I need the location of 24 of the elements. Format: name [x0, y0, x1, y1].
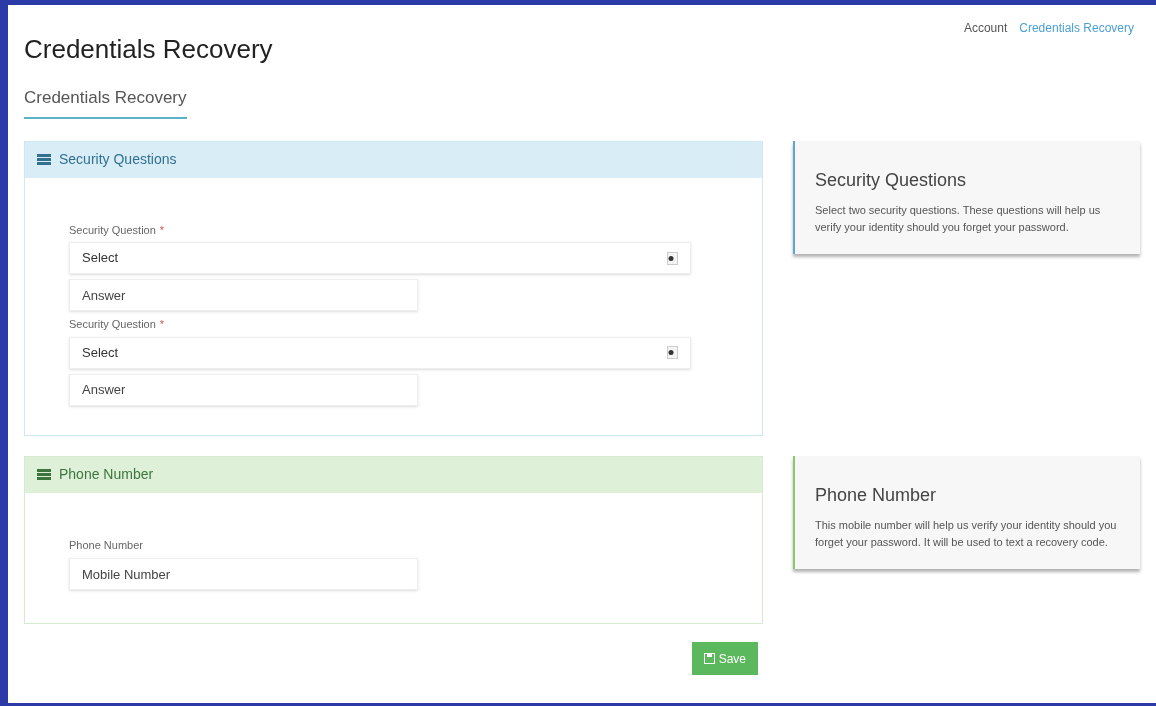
help-text: This mobile number will help us verify your identity should you forget your password. It will be used to text a recovery code. — [815, 517, 1118, 550]
text-field[interactable]: Answer — [69, 279, 418, 311]
required-mark: * — [159, 317, 165, 332]
field-label: Security Question — [69, 317, 156, 332]
list-icon — [37, 154, 51, 165]
panel-title: Security Questions — [59, 150, 177, 169]
breadcrumb-link[interactable]: Account — [963, 19, 1008, 37]
panel-title: Phone Number — [59, 465, 154, 484]
help-text: Select two security questions. These questions will help us verify your identity should you forget your password. — [815, 202, 1102, 235]
help-title: Security Questions — [815, 168, 968, 192]
select-field[interactable]: Select — [69, 336, 691, 369]
dropdown-icon — [667, 251, 678, 265]
required-mark: * — [159, 222, 165, 238]
select-field[interactable]: Select — [69, 242, 691, 274]
page-title: Credentials Recovery — [24, 33, 274, 66]
field-label: Phone Number — [69, 537, 143, 553]
help-title: Phone Number — [815, 483, 938, 507]
dropdown-icon — [667, 346, 678, 359]
tab[interactable]: Credentials Recovery — [24, 85, 187, 119]
floppy-icon — [703, 653, 715, 664]
text-field[interactable]: Mobile Number — [69, 558, 418, 590]
field-label: Security Question — [69, 222, 156, 238]
text-field[interactable]: Answer — [69, 373, 418, 406]
list-icon — [37, 469, 51, 480]
